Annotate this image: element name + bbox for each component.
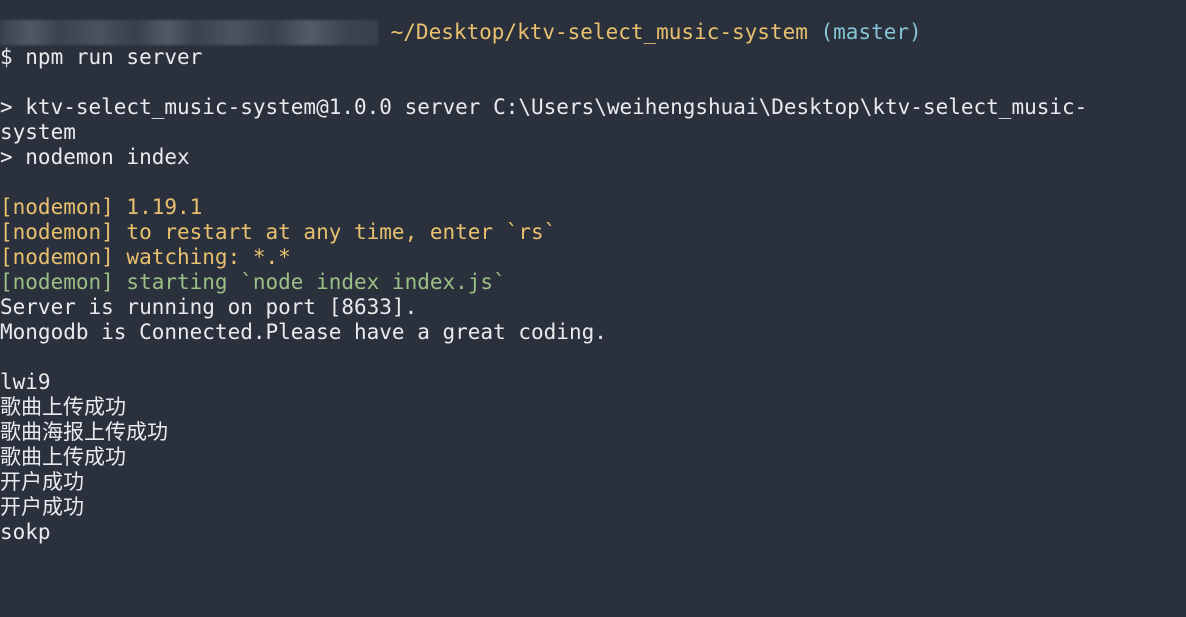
terminal-window[interactable]: ~/Desktop/ktv-select_music-system (maste… <box>0 0 1186 617</box>
command-line: $ npm run server <box>0 45 203 69</box>
prompt-line: ~/Desktop/ktv-select_music-system (maste… <box>0 20 1186 45</box>
prompt-branch: (master) <box>807 20 922 44</box>
nodemon-line: [nodemon] to restart at any time, enter … <box>0 220 557 244</box>
script-line: > ktv-select_music-system@1.0.0 server C… <box>0 95 1088 119</box>
script-line: system <box>0 120 76 144</box>
redacted-user-host <box>0 20 378 45</box>
output-line: 开户成功 <box>0 470 84 494</box>
output-line: 歌曲上传成功 <box>0 445 126 469</box>
server-line: Server is running on port [8633]. <box>0 295 418 319</box>
server-line: Mongodb is Connected.Please have a great… <box>0 320 607 344</box>
script-line: > nodemon index <box>0 145 190 169</box>
nodemon-line: [nodemon] watching: *.* <box>0 245 291 269</box>
nodemon-starting-line: [nodemon] starting `node index index.js` <box>0 270 506 294</box>
output-line: lwi9 <box>0 370 51 394</box>
output-line: 开户成功 <box>0 495 84 519</box>
nodemon-line: [nodemon] 1.19.1 <box>0 195 203 219</box>
output-line: 歌曲上传成功 <box>0 395 126 419</box>
output-line: sokp <box>0 520 51 544</box>
output-line: 歌曲海报上传成功 <box>0 420 168 444</box>
prompt-path: ~/Desktop/ktv-select_music-system <box>378 20 808 44</box>
